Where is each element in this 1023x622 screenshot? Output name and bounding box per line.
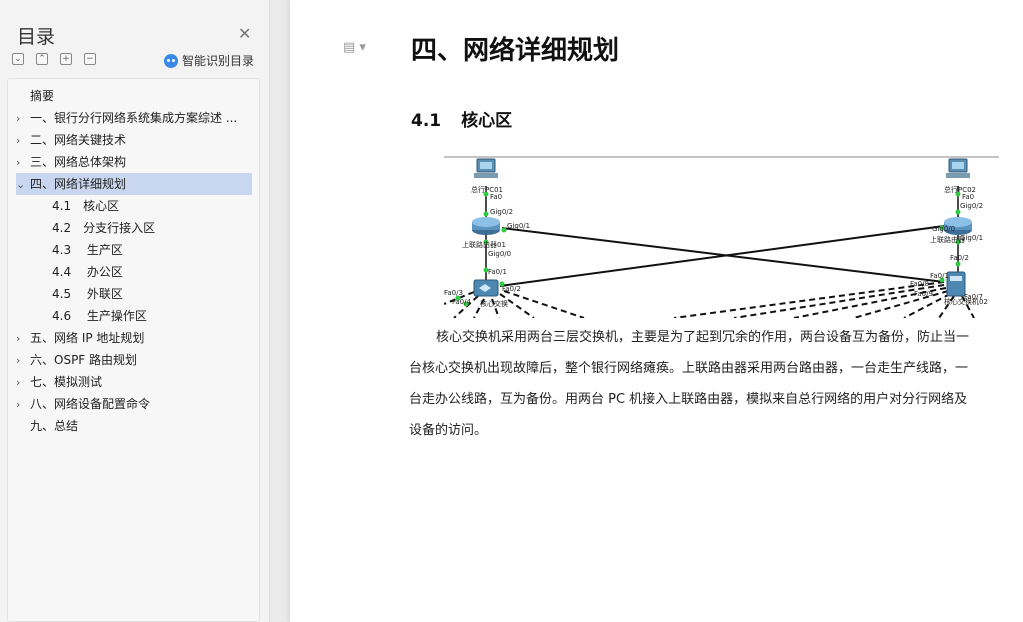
switch-right-label: 核心交换机02 bbox=[944, 297, 988, 306]
toc-item-4-2[interactable]: 4.2 分支行接入区 bbox=[16, 217, 252, 239]
toc-item-chapter-3[interactable]: › 三、网络总体架构 bbox=[16, 151, 252, 173]
port-label: Gig0/1 bbox=[507, 222, 530, 230]
toc-item-chapter-6[interactable]: › 六、OSPF 路由规划 bbox=[16, 349, 252, 371]
add-heading-icon[interactable]: + bbox=[60, 53, 72, 65]
smart-recognize-icon bbox=[164, 53, 178, 68]
heading-2-text: 核心区 bbox=[461, 111, 513, 131]
switch-left-label: 核心交换 bbox=[480, 299, 508, 308]
port-label: Fa0/1 bbox=[488, 268, 507, 276]
remove-heading-icon[interactable]: − bbox=[84, 53, 96, 65]
body-paragraph-text: 核心交换机采用两台三层交换机，主要是为了起到冗余的作用，两台设备互为备份，防止当… bbox=[409, 330, 970, 438]
smart-toc-button[interactable]: 智能识别目录 bbox=[164, 52, 254, 69]
port-label: Fa0/2 bbox=[950, 254, 969, 262]
port-status-dots bbox=[455, 191, 961, 307]
toc-item-label: 九、总结 bbox=[30, 419, 79, 433]
toc-item-label: 4.5 外联区 bbox=[52, 287, 123, 301]
network-topology-image: 总行PC01 Fa0 Gig0/2 Gig0/1 上联路由器01 Gig0/0 … bbox=[444, 156, 999, 318]
toc-item-chapter-1[interactable]: › 一、银行分行网络系统集成方案综述 ... bbox=[16, 107, 252, 129]
switch-left-icon bbox=[473, 279, 499, 297]
port-label: Fa0/8 bbox=[910, 280, 929, 288]
heading-1: 四、网络详细规划 bbox=[411, 36, 620, 66]
toc-item-chapter-9[interactable]: 九、总结 bbox=[16, 415, 252, 437]
expand-up-icon[interactable]: ⌃ bbox=[36, 53, 48, 65]
toc-item-4-3[interactable]: 4.3 生产区 bbox=[16, 239, 252, 261]
port-label: Gig0/0 bbox=[488, 250, 511, 258]
port-label: Gig0/0 bbox=[932, 225, 955, 233]
document-page[interactable]: ▤ ▾ 四、网络详细规划 4.1 核心区 总行PC01 Fa0 Gig0/2 G… bbox=[290, 0, 1023, 622]
toc-item-label: 四、网络详细规划 bbox=[30, 177, 127, 191]
chevron-right-icon[interactable]: › bbox=[16, 130, 30, 151]
port-label: Fa0 bbox=[490, 193, 502, 201]
toc-item-chapter-8[interactable]: › 八、网络设备配置命令 bbox=[16, 393, 252, 415]
toc-item-4-1[interactable]: 4.1 核心区 bbox=[16, 195, 252, 217]
toc-title: 目录 bbox=[17, 26, 56, 48]
port-label: Fa0/9 bbox=[914, 290, 933, 298]
toc-item-label: 4.3 生产区 bbox=[52, 243, 123, 257]
toc-item-label: 4.6 生产操作区 bbox=[52, 309, 147, 323]
toc-item-label: 七、模拟测试 bbox=[30, 375, 103, 389]
heading-2-number: 4.1 bbox=[411, 111, 442, 131]
port-label: Gig0/2 bbox=[490, 208, 513, 216]
collapse-all-icon[interactable]: ⌄ bbox=[12, 53, 24, 65]
toc-item-4-4[interactable]: 4.4 办公区 bbox=[16, 261, 252, 283]
pc-right-icon bbox=[946, 158, 970, 178]
toc-item-label: 三、网络总体架构 bbox=[30, 155, 127, 169]
toc-item-chapter-7[interactable]: › 七、模拟测试 bbox=[16, 371, 252, 393]
toc-item-label: 六、OSPF 路由规划 bbox=[30, 353, 138, 367]
chevron-right-icon[interactable]: › bbox=[16, 394, 30, 415]
close-icon[interactable]: ✕ bbox=[238, 24, 251, 43]
port-label: Fa0/4 bbox=[452, 298, 471, 306]
port-label: Fa0/1 bbox=[930, 272, 949, 280]
chevron-right-icon[interactable]: › bbox=[16, 108, 30, 129]
toc-item-label: 4.2 分支行接入区 bbox=[52, 221, 156, 235]
chevron-down-icon[interactable]: ⌄ bbox=[16, 174, 30, 195]
toc-item-4-6[interactable]: 4.6 生产操作区 bbox=[16, 305, 252, 327]
toc-item-label: 二、网络关键技术 bbox=[30, 133, 127, 147]
port-label: Fa0 bbox=[962, 193, 974, 201]
chevron-right-icon[interactable]: › bbox=[16, 152, 30, 173]
toc-item-label: 4.1 核心区 bbox=[52, 199, 120, 213]
toc-item-abstract[interactable]: 摘要 bbox=[16, 85, 252, 107]
toc-list: 摘要 › 一、银行分行网络系统集成方案综述 ... › 二、网络关键技术 › 三、网络… bbox=[7, 78, 260, 622]
toc-item-label: 4.4 办公区 bbox=[52, 265, 123, 279]
toc-item-chapter-4[interactable]: ⌄ 四、网络详细规划 bbox=[16, 173, 252, 195]
toc-item-chapter-5[interactable]: › 五、网络 IP 地址规划 bbox=[16, 327, 252, 349]
smart-toc-label: 智能识别目录 bbox=[182, 54, 255, 68]
chevron-right-icon[interactable]: › bbox=[16, 350, 30, 371]
port-label: Gig0/2 bbox=[960, 202, 983, 210]
toc-item-chapter-2[interactable]: › 二、网络关键技术 bbox=[16, 129, 252, 151]
body-paragraph: 核心交换机采用两台三层交换机，主要是为了起到冗余的作用，两台设备互为备份，防止当… bbox=[409, 322, 969, 446]
port-label: Gig0/1 bbox=[960, 234, 983, 242]
router-left-icon bbox=[472, 217, 500, 235]
chevron-right-icon[interactable]: › bbox=[16, 372, 30, 393]
heading-2: 4.1 核心区 bbox=[411, 106, 512, 131]
port-label: Fa0/2 bbox=[502, 285, 521, 293]
router-left-label: 上联路由器01 bbox=[462, 240, 506, 249]
toc-item-label: 摘要 bbox=[30, 89, 55, 103]
pc-left-icon bbox=[474, 158, 498, 178]
chevron-right-icon[interactable]: › bbox=[16, 328, 30, 349]
document-outline-icon[interactable]: ▤ ▾ bbox=[343, 40, 366, 55]
toc-panel: 目录 ✕ ⌄ ⌃ + − 智能识别目录 摘要 › 一、银行分行网络系统集成方案综述… bbox=[0, 0, 270, 622]
toc-item-label: 八、网络设备配置命令 bbox=[30, 397, 151, 411]
toc-item-label: 五、网络 IP 地址规划 bbox=[30, 331, 145, 345]
port-label: Fa0/3 bbox=[444, 289, 463, 297]
access-links bbox=[444, 281, 975, 318]
toc-item-4-5[interactable]: 4.5 外联区 bbox=[16, 283, 252, 305]
switch-right-icon bbox=[946, 271, 966, 297]
document-gutter bbox=[270, 0, 290, 622]
toc-item-label: 一、银行分行网络系统集成方案综述 ... bbox=[30, 111, 238, 125]
